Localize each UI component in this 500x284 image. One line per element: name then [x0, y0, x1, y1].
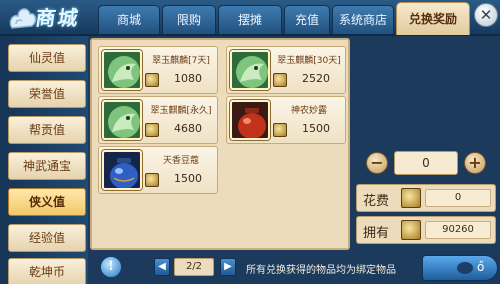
- owned-value: 90260: [425, 221, 491, 239]
- bottom-bar: ! ◀ 2/2 ▶ 所有兑换获得的物品均为绑定物品 ő: [90, 252, 500, 284]
- minus-icon: −: [370, 153, 384, 172]
- plus-icon: +: [468, 153, 482, 172]
- tab-system-store[interactable]: 系统商店: [332, 5, 394, 34]
- item-price: 4680: [174, 122, 202, 135]
- next-page-button[interactable]: ▶: [220, 258, 236, 276]
- tab-stall[interactable]: 摆摊: [218, 5, 282, 34]
- tab-label: 商城: [116, 13, 141, 27]
- tab-recharge[interactable]: 充值: [284, 5, 330, 34]
- item-name: 翠玉麒麟[30天]: [277, 56, 341, 66]
- tab-shop[interactable]: 商城: [98, 5, 160, 34]
- item-name: 翠玉麒麟[永久]: [150, 106, 212, 116]
- tab-label: 摆摊: [237, 13, 262, 27]
- sidebar-item-guild-contribution[interactable]: 帮贡值: [8, 116, 86, 144]
- cost-value: 0: [425, 189, 491, 207]
- coin-icon: [145, 123, 159, 137]
- item-card[interactable]: 神农妙露 1500: [226, 96, 346, 144]
- sidebar-item-xianling[interactable]: 仙灵值: [8, 44, 86, 72]
- sidebar-item-honor[interactable]: 荣誉值: [8, 80, 86, 108]
- close-button[interactable]: ✕: [474, 3, 498, 27]
- tab-label: 兑换奖励: [408, 12, 457, 26]
- decrease-button[interactable]: −: [366, 152, 388, 174]
- coin-icon: [145, 73, 159, 87]
- arrow-right-icon: ▶: [224, 261, 232, 272]
- jade-qilin-icon: [230, 50, 270, 90]
- bound-items-notice: 所有兑换获得的物品均为绑定物品: [246, 265, 396, 276]
- coin-icon: [401, 220, 421, 240]
- sidebar-item-qiankun-coin[interactable]: 乾坤币: [8, 258, 86, 284]
- sidebar-item-label: 乾坤币: [28, 265, 65, 279]
- item-price: 2520: [302, 72, 330, 85]
- coin-icon: [273, 73, 287, 87]
- purchase-panel: − 0 + 花费 0 拥有 90260: [356, 146, 496, 250]
- exchange-button-label: ő: [477, 260, 485, 274]
- exchange-button[interactable]: ő: [422, 255, 498, 281]
- item-name: 翠玉麒麟[7天]: [152, 56, 210, 66]
- sidebar-item-label: 帮贡值: [28, 123, 65, 137]
- sidebar: 仙灵值 荣誉值 帮贡值 神武通宝 侠义值 经验值 乾坤币: [0, 36, 88, 284]
- item-name: 天香豆蔻: [162, 156, 199, 166]
- sidebar-item-label: 神武通宝: [22, 159, 71, 173]
- owned-row: 拥有 90260: [356, 216, 496, 244]
- cost-label: 花费: [363, 194, 390, 209]
- increase-button[interactable]: +: [464, 152, 486, 174]
- arrow-left-icon: ◀: [158, 261, 166, 272]
- sidebar-item-label: 经验值: [28, 231, 65, 245]
- item-card[interactable]: 天香豆蔻 1500: [98, 146, 218, 194]
- tab-label: 限购: [176, 13, 201, 27]
- cost-row: 花费 0: [356, 184, 496, 212]
- sidebar-item-label: 仙灵值: [28, 51, 65, 65]
- tab-label: 系统商店: [338, 13, 387, 27]
- close-icon: ✕: [479, 6, 493, 24]
- quantity-stepper: − 0 +: [356, 150, 496, 176]
- item-card[interactable]: 翠玉麒麟[永久] 4680: [98, 96, 218, 144]
- jade-qilin-icon: [102, 100, 142, 140]
- sidebar-item-shenwu-tongbao[interactable]: 神武通宝: [8, 152, 86, 180]
- sidebar-item-chivalry[interactable]: 侠义值: [8, 188, 86, 216]
- item-grid: 翠玉麒麟[7天] 1080 翠玉麒麟[30天] 2520 翠玉麒麟[永久] 46…: [90, 38, 350, 250]
- info-button[interactable]: !: [100, 256, 122, 278]
- tab-limited[interactable]: 限购: [162, 5, 216, 34]
- blue-jar-icon: [102, 150, 142, 190]
- jade-qilin-icon: [102, 50, 142, 90]
- item-price: 1080: [174, 72, 202, 85]
- red-jar-icon: [230, 100, 270, 140]
- sidebar-item-experience[interactable]: 经验值: [8, 224, 86, 252]
- item-card[interactable]: 翠玉麒麟[30天] 2520: [226, 46, 346, 94]
- sidebar-item-label: 侠义值: [28, 195, 65, 209]
- exchange-icon: [457, 262, 473, 274]
- owned-label: 拥有: [363, 226, 390, 241]
- shop-logo: 商城: [8, 0, 98, 34]
- quantity-input[interactable]: 0: [394, 151, 458, 175]
- coin-icon: [145, 173, 159, 187]
- info-icon: !: [108, 259, 114, 274]
- sidebar-item-label: 荣誉值: [28, 87, 65, 101]
- tab-exchange-rewards[interactable]: 兑换奖励: [396, 2, 470, 35]
- item-price: 1500: [174, 172, 202, 185]
- logo-text: 商城: [34, 6, 82, 30]
- coin-icon: [273, 123, 287, 137]
- page-indicator: 2/2: [174, 258, 214, 276]
- item-name: 神农妙露: [290, 106, 327, 116]
- top-bar: 商城 商城 限购 摆摊 充值 系统商店 兑换奖励 ✕: [0, 0, 500, 36]
- tab-label: 充值: [294, 13, 319, 27]
- item-card[interactable]: 翠玉麒麟[7天] 1080: [98, 46, 218, 94]
- item-price: 1500: [302, 122, 330, 135]
- coin-icon: [401, 188, 421, 208]
- prev-page-button[interactable]: ◀: [154, 258, 170, 276]
